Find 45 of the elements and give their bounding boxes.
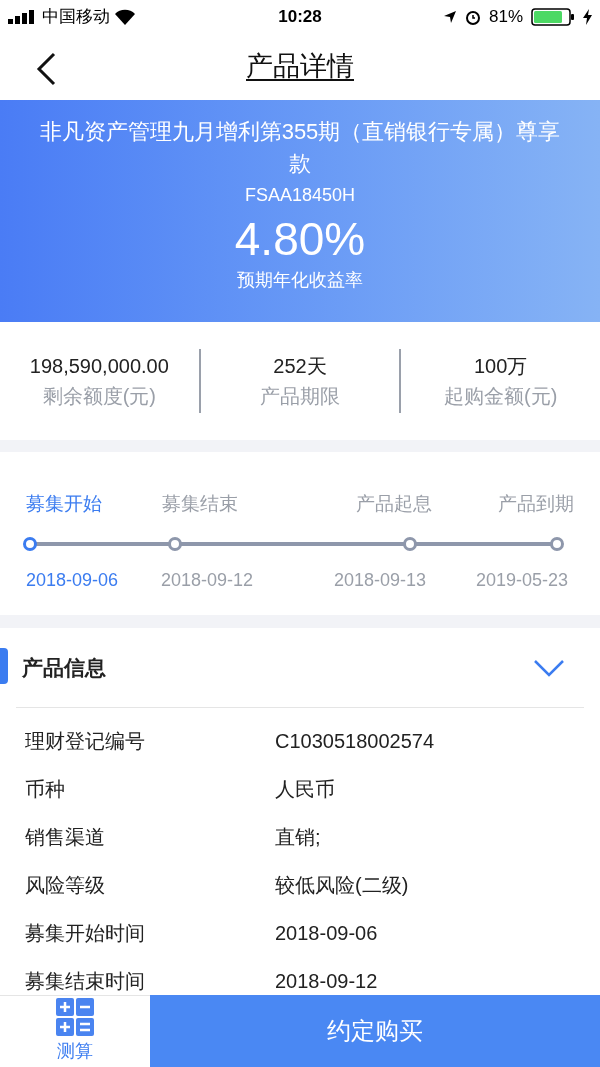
info-label: 风险等级 [24, 873, 106, 898]
stage-label: 募集开始 [26, 492, 102, 516]
reserve-purchase-button[interactable]: 约定购买 [150, 995, 600, 1067]
stat-value: 100万 [474, 354, 528, 379]
back-chevron-icon [36, 52, 56, 86]
carrier-name: 中国移动 [42, 5, 110, 28]
info-label: 募集开始时间 [24, 921, 146, 946]
product-code: FSAA18450H [244, 184, 356, 207]
info-value: 人民币 [275, 777, 335, 802]
alarm-clock-icon [465, 8, 481, 25]
product-name: 非凡资产管理九月增利第355期（直销银行专属）尊享款 [38, 118, 562, 178]
info-label: 募集结束时间 [24, 969, 146, 994]
chevron-down-icon [533, 658, 565, 677]
stage-date: 2018-09-13 [334, 569, 427, 592]
stage-label: 产品起息 [356, 492, 432, 516]
charging-bolt-icon [583, 8, 592, 25]
info-label: 币种 [24, 777, 66, 802]
page-title: 产品详情 [246, 50, 354, 84]
stage-label: 产品到期 [498, 492, 574, 516]
location-arrow-icon [443, 9, 457, 24]
stat-value: 252天 [273, 354, 327, 379]
section-accent-bar [0, 648, 8, 684]
stage-date: 2018-09-06 [26, 569, 119, 592]
battery-percentage: 81% [489, 5, 523, 28]
info-label: 理财登记编号 [24, 729, 146, 754]
stage-date: 2018-09-12 [161, 569, 254, 592]
section-title: 产品信息 [22, 654, 106, 681]
stage-date: 2019-05-23 [476, 569, 569, 592]
yield-rate: 4.80% [234, 212, 366, 267]
yield-rate-label: 预期年化收益率 [237, 269, 363, 292]
info-value: 较低风险(二级) [275, 873, 409, 898]
battery-icon [531, 7, 575, 26]
stat-label: 产品期限 [260, 384, 340, 409]
info-value: 2018-09-12 [275, 969, 378, 994]
stat-value: 198,590,000.00 [29, 354, 169, 379]
stage-label: 募集结束 [162, 492, 238, 516]
info-value: 2018-09-06 [275, 921, 378, 946]
calculator-icon [56, 998, 94, 1036]
status-time: 10:28 [278, 5, 322, 28]
info-value: C1030518002574 [275, 729, 435, 754]
stat-label: 起购金额(元) [444, 384, 558, 409]
wifi-icon [114, 8, 136, 25]
info-value: 直销; [275, 825, 321, 850]
info-label: 销售渠道 [24, 825, 106, 850]
stat-label: 剩余额度(元) [42, 384, 156, 409]
